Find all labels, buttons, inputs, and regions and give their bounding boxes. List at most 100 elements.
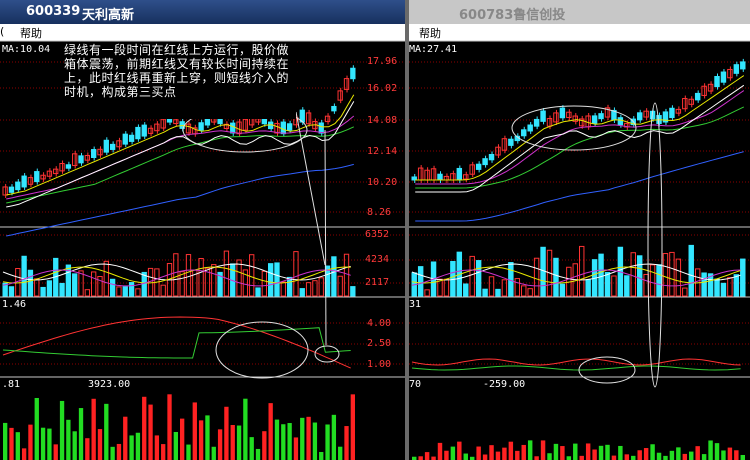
- moving-average-line: [6, 163, 354, 237]
- bottom-bar: [123, 416, 128, 460]
- volume-bar: [469, 255, 475, 297]
- volume-bar: [286, 276, 293, 297]
- volume-bar: [91, 271, 97, 297]
- candle-body: [198, 122, 204, 131]
- indicator-ellipse: [215, 321, 309, 379]
- volume-bar: [495, 288, 501, 297]
- volume-bar: [116, 286, 122, 297]
- bottom-value: .81: [2, 379, 21, 390]
- volume-bar: [501, 279, 508, 297]
- candle-body: [521, 129, 527, 137]
- bottom-bar: [110, 446, 115, 460]
- candle-body: [475, 163, 482, 170]
- bottom-bar: [669, 450, 675, 460]
- candle-body: [350, 67, 356, 80]
- candle-body: [8, 186, 15, 193]
- candle-body: [585, 115, 591, 128]
- candle-body: [463, 174, 469, 180]
- candle-body: [591, 115, 598, 124]
- volume-bar: [350, 286, 356, 297]
- bottom-bar: [350, 394, 355, 460]
- volume-bar: [135, 288, 141, 297]
- candle-body: [286, 123, 293, 131]
- candle-body: [122, 133, 128, 145]
- bottom-bar: [650, 444, 655, 460]
- bottom-bar: [249, 437, 254, 460]
- volume-bar: [508, 262, 514, 297]
- bottom-bar: [482, 454, 488, 460]
- bottom-bar: [72, 431, 77, 460]
- right-ma-label: MA:27.41: [409, 44, 458, 55]
- bottom-bar: [547, 453, 552, 460]
- bottom-bar: [255, 448, 261, 460]
- indicator-value: 1.46: [2, 299, 27, 310]
- candle-body: [417, 167, 424, 181]
- bottom-bar: [21, 448, 27, 460]
- bottom-bar: [281, 424, 286, 460]
- indicator-line: [2, 316, 351, 369]
- bottom-bar: [450, 446, 456, 460]
- left-ma-label: MA:10.04: [2, 44, 51, 55]
- bottom-bar: [579, 455, 584, 460]
- bottom-bar: [573, 443, 578, 460]
- bottom-bar: [97, 429, 103, 460]
- bottom-bar: [515, 450, 520, 460]
- volume-bar: [274, 262, 280, 297]
- bottom-bar: [306, 416, 311, 460]
- volume-bar: [514, 278, 521, 297]
- volume-bar: [604, 272, 611, 297]
- bottom-bar: [173, 431, 178, 460]
- bottom-bar: [230, 425, 235, 460]
- bottom-bar: [9, 427, 14, 460]
- bottom-bar: [186, 444, 191, 460]
- candle-body: [280, 121, 286, 135]
- volume-bar: [669, 251, 675, 297]
- volume-bar: [553, 257, 559, 297]
- bottom-bar: [40, 427, 46, 460]
- volume-bar: [611, 275, 617, 297]
- volume-bar: [312, 280, 318, 297]
- volume-bar: [236, 259, 242, 297]
- volume-bar: [223, 250, 230, 297]
- volume-bar: [533, 257, 540, 297]
- volume-bar: [21, 255, 27, 297]
- candle-body: [318, 122, 324, 134]
- bottom-bar: [243, 398, 248, 460]
- volume-bar: [482, 288, 488, 297]
- right-indicator-value: 31: [409, 299, 422, 310]
- right-bottom-value: 70: [409, 379, 422, 390]
- bottom-bar: [224, 406, 229, 460]
- volume-bar: [59, 282, 65, 297]
- bottom-bar: [740, 454, 745, 460]
- volume-bar: [337, 275, 343, 297]
- bottom-bar: [656, 452, 662, 460]
- vol-axis-1: 6352: [365, 229, 390, 240]
- volume-bar: [720, 282, 727, 297]
- candle-body: [720, 71, 727, 83]
- bottom-bar: [142, 396, 147, 460]
- candle-body: [109, 143, 116, 150]
- right-chart-svg[interactable]: [409, 0, 750, 460]
- bottom-bar: [338, 446, 343, 460]
- bottom-bar: [508, 441, 514, 460]
- bottom-bar: [689, 451, 694, 460]
- bottom-bar: [534, 456, 539, 460]
- volume-bar: [34, 278, 40, 297]
- volume-bar: [249, 254, 255, 297]
- volume-bar: [40, 286, 46, 297]
- candle-body: [533, 118, 540, 127]
- bottom-bar: [489, 445, 494, 460]
- bottom-bar: [676, 447, 681, 460]
- candle-body: [331, 105, 337, 112]
- volume-bar: [630, 252, 636, 297]
- volume-bar: [318, 277, 324, 297]
- bottom-bar: [236, 425, 242, 460]
- bottom-bar: [540, 440, 546, 460]
- bottom-bar: [495, 451, 501, 460]
- volume-bar: [682, 287, 688, 297]
- volume-bar: [475, 260, 482, 297]
- candle-body: [456, 167, 463, 181]
- candle-body: [714, 75, 720, 88]
- volume-bar: [727, 277, 733, 297]
- price-axis-2: 16.02: [367, 83, 398, 94]
